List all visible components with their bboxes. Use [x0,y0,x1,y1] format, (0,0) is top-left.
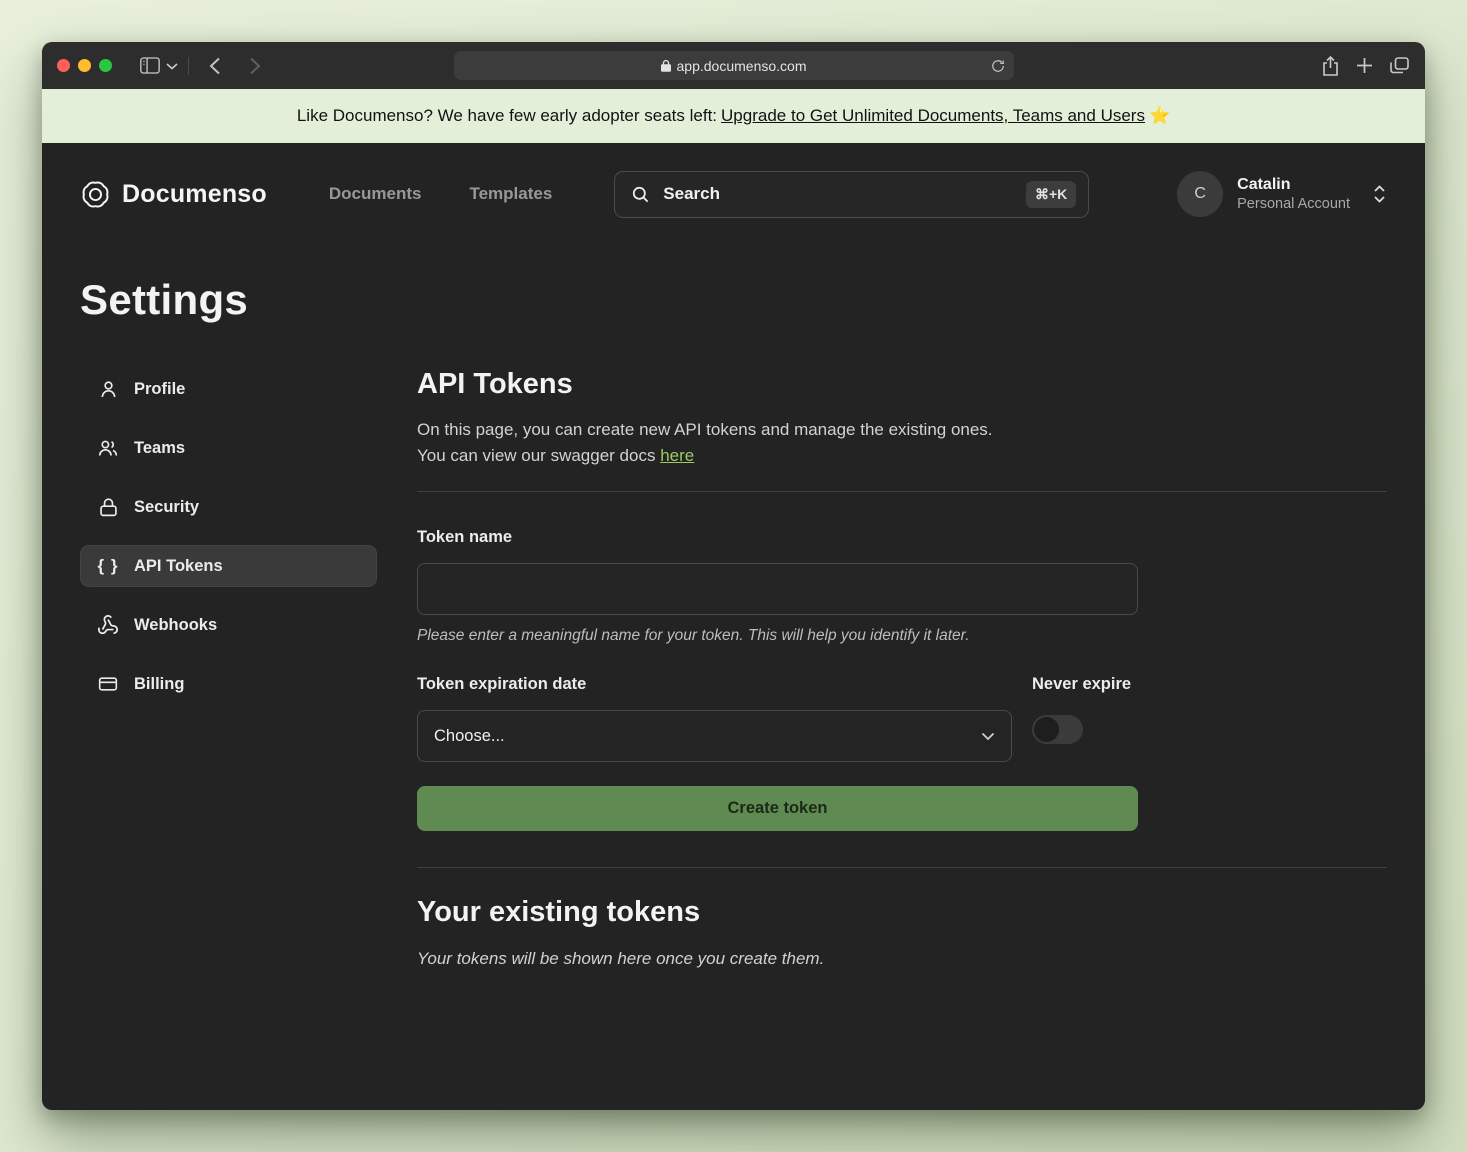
never-expire-toggle[interactable] [1032,715,1083,744]
expiration-label: Token expiration date [417,675,1032,694]
never-expire-label: Never expire [1032,675,1131,694]
sidebar-item-label: Webhooks [134,616,217,635]
browser-window: app.documenso.com Like Documenso? We hav… [42,42,1425,1110]
search-icon [631,185,650,204]
page-title: Settings [80,276,1387,324]
sidebar-toggle-icon[interactable] [140,57,160,74]
sidebar-item-profile[interactable]: Profile [80,368,377,411]
create-token-button[interactable]: Create token [417,786,1138,831]
address-url: app.documenso.com [677,58,807,74]
upgrade-link[interactable]: Upgrade to Get Unlimited Documents, Team… [721,106,1145,126]
share-icon[interactable] [1322,56,1339,76]
sidebar-item-webhooks[interactable]: Webhooks [80,603,377,647]
chevron-up-down-icon [1372,184,1387,204]
star-icon: ⭐ [1149,106,1170,126]
section-title: API Tokens [417,368,1387,401]
expiration-select[interactable]: Choose... [417,710,1012,762]
description-line1: On this page, you can create new API tok… [417,420,993,439]
back-button[interactable] [209,57,221,75]
search-shortcut-badge: ⌘+K [1026,181,1076,208]
app-header: Documenso Documents Templates Search ⌘+K… [80,170,1387,218]
token-name-input[interactable] [417,563,1138,615]
app-content: Documenso Documents Templates Search ⌘+K… [42,143,1425,1110]
braces-icon: { } [97,556,119,576]
upgrade-banner: Like Documenso? We have few early adopte… [42,89,1425,143]
banner-text: Like Documenso? We have few early adopte… [297,106,717,126]
chevron-down-icon [981,732,995,741]
existing-tokens-title: Your existing tokens [417,896,1387,929]
credit-card-icon [97,674,119,694]
brand[interactable]: Documenso [80,179,267,210]
sidebar-item-teams[interactable]: Teams [80,427,377,470]
forward-button[interactable] [249,57,261,75]
sidebar-item-label: Teams [134,439,185,458]
lock-icon [661,59,671,72]
sidebar-item-billing[interactable]: Billing [80,663,377,705]
description-line2: You can view our swagger docs [417,446,660,465]
account-type: Personal Account [1237,195,1350,213]
sidebar-item-label: Security [134,498,199,517]
token-name-help: Please enter a meaningful name for your … [417,627,1387,645]
brand-name: Documenso [122,180,267,209]
documenso-logo-icon [80,179,111,210]
account-menu[interactable]: C Catalin Personal Account [1177,171,1387,217]
toolbar-divider [188,57,189,75]
sidebar-item-label: Billing [134,675,184,694]
expiration-value: Choose... [434,727,505,746]
existing-tokens-empty-text: Your tokens will be shown here once you … [417,949,1387,969]
close-window-button[interactable] [57,59,70,72]
tab-overview-icon[interactable] [1390,57,1409,74]
divider [417,491,1387,492]
account-name: Catalin [1237,175,1350,195]
zoom-window-button[interactable] [99,59,112,72]
nav-documents[interactable]: Documents [329,184,422,204]
address-bar[interactable]: app.documenso.com [454,51,1014,80]
traffic-lights [57,59,112,72]
avatar: C [1177,171,1223,217]
sidebar-item-label: API Tokens [134,557,223,576]
top-nav: Documents Templates [329,184,552,204]
settings-sidebar: Profile Teams Security { } API Token [80,368,377,969]
divider [417,867,1387,868]
toggle-knob [1034,717,1059,742]
search-input[interactable]: Search ⌘+K [614,171,1089,218]
api-tokens-panel: API Tokens On this page, you can create … [417,368,1387,969]
new-tab-icon[interactable] [1356,57,1373,74]
users-icon [97,438,119,459]
nav-templates[interactable]: Templates [469,184,552,204]
chevron-down-icon[interactable] [166,62,178,70]
reload-icon[interactable] [991,59,1005,73]
sidebar-item-label: Profile [134,380,185,399]
user-icon [97,379,119,400]
browser-titlebar: app.documenso.com [42,42,1425,89]
lock-icon [97,497,119,518]
webhook-icon [97,614,119,636]
token-name-label: Token name [417,528,1387,547]
search-placeholder: Search [663,184,1013,204]
section-description: On this page, you can create new API tok… [417,417,1387,469]
minimize-window-button[interactable] [78,59,91,72]
swagger-docs-link[interactable]: here [660,446,694,465]
sidebar-item-security[interactable]: Security [80,486,377,529]
sidebar-item-api-tokens[interactable]: { } API Tokens [80,545,377,587]
